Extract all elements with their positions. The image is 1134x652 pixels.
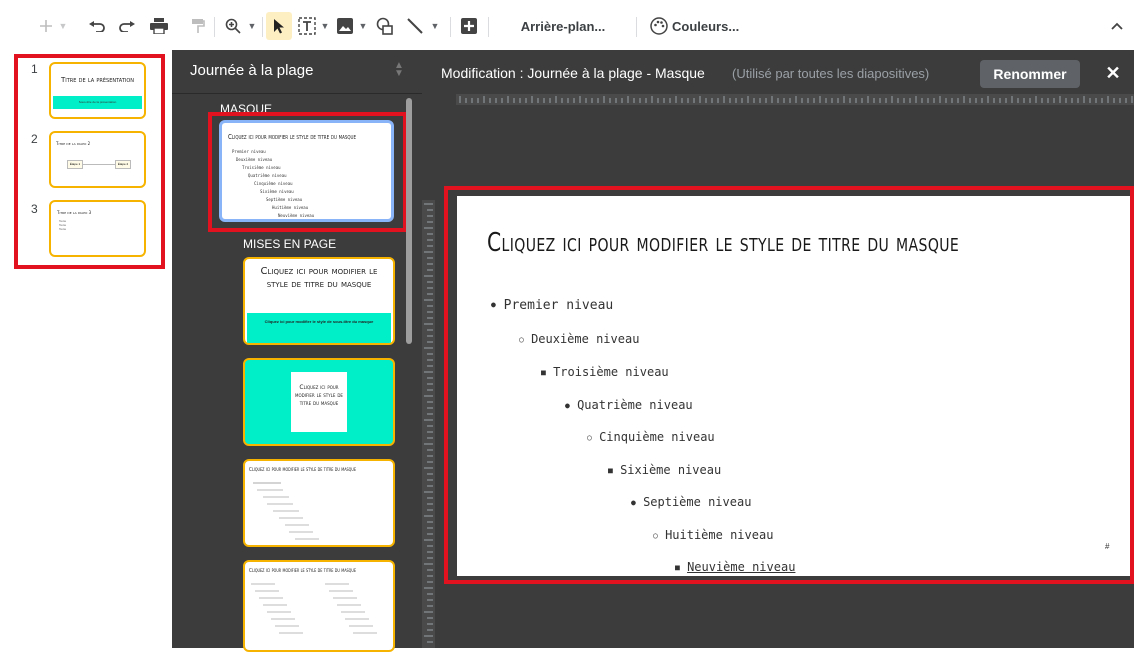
redo-icon[interactable] bbox=[116, 14, 138, 38]
slide-number: 1 bbox=[31, 62, 38, 76]
undo-icon[interactable] bbox=[86, 14, 108, 38]
rename-button[interactable]: Renommer bbox=[980, 60, 1080, 88]
step-connector bbox=[83, 164, 115, 165]
editor-heading: Modification : Journée à la plage - Masq… bbox=[441, 65, 705, 81]
colors-button[interactable]: Couleurs... bbox=[672, 14, 744, 38]
zoom-icon[interactable] bbox=[222, 14, 244, 38]
image-icon[interactable] bbox=[334, 14, 356, 38]
body-level-7[interactable]: ● Septième niveau bbox=[631, 495, 751, 509]
slide-thumbnail-3[interactable]: Titre de la diapo 3 Texte Texte Texte bbox=[49, 200, 146, 257]
new-slide-dropdown-icon[interactable]: ▼ bbox=[56, 14, 68, 38]
layout-thumb-subtitle: Cliquez ici pour modifier le style de so… bbox=[247, 313, 391, 343]
layout-thumb-title: Cliquez ici pour modifier le style de ti… bbox=[249, 568, 356, 574]
text-box-dropdown-icon[interactable]: ▼ bbox=[318, 14, 330, 38]
theme-select-arrows-icon[interactable]: ▲ ▼ bbox=[394, 61, 404, 79]
layout-thumb-title: Cliquez ici pour modifier le style de ti… bbox=[260, 266, 378, 290]
master-thumb-level: Premier niveau bbox=[232, 149, 266, 154]
layouts-section-label: MISES EN PAGE bbox=[243, 237, 337, 251]
slide-number: 2 bbox=[31, 132, 38, 146]
slide-thumb-title: Titre de la diapo 2 bbox=[56, 141, 91, 146]
body-level-6[interactable]: ■ Sixième niveau bbox=[608, 463, 721, 477]
master-editor: Modification : Journée à la plage - Masq… bbox=[422, 50, 1134, 648]
theme-name: Journée à la plage bbox=[190, 62, 314, 79]
collapse-toolbar-icon[interactable] bbox=[1108, 14, 1126, 38]
master-section-label: MASQUE bbox=[220, 102, 273, 116]
close-icon[interactable]: ✕ bbox=[1102, 62, 1124, 84]
image-dropdown-icon[interactable]: ▼ bbox=[356, 14, 368, 38]
step-1-box: Étape 1 bbox=[67, 160, 83, 169]
toolbar: ▼ ▼ ▼ ▼ ▼ Arrière-plan... Couleurs... bbox=[0, 0, 1134, 50]
horizontal-ruler[interactable] bbox=[456, 94, 1134, 105]
master-thumb-level: Sixième niveau bbox=[260, 189, 294, 194]
slide-number: 3 bbox=[31, 202, 38, 216]
master-thumb-title: Cliquez ici pour modifier le style de ti… bbox=[228, 133, 357, 141]
slide-thumb-title: Titre de la présentation bbox=[60, 76, 135, 84]
body-level-4[interactable]: ● Quatrième niveau bbox=[565, 398, 693, 412]
layout-thumbnail-two-columns[interactable]: Cliquez ici pour modifier le style de ti… bbox=[243, 560, 395, 652]
slide-thumb-title: Titre de la diapo 3 bbox=[57, 210, 92, 215]
master-thumb-level: Neuvième niveau bbox=[278, 213, 315, 218]
zoom-dropdown-icon[interactable]: ▼ bbox=[245, 14, 257, 38]
master-thumb-level: Huitième niveau bbox=[272, 205, 309, 210]
palette-icon[interactable] bbox=[648, 14, 670, 38]
master-thumb-level: Deuxième niveau bbox=[236, 157, 273, 162]
body-level-1[interactable]: ● Premier niveau bbox=[491, 298, 613, 313]
layout-thumbnail-section[interactable]: Cliquez ici pour modifier le style de ti… bbox=[243, 358, 395, 446]
shape-icon[interactable] bbox=[374, 14, 396, 38]
slide-filmstrip: 1 Titre de la présentation Sous-titre de… bbox=[0, 50, 172, 648]
theme-layouts-panel: Journée à la plage ▲ ▼ MASQUE Cliquez ici… bbox=[172, 50, 422, 652]
master-thumb-level: Troisième niveau bbox=[242, 165, 281, 170]
layout-thumb-body-lines bbox=[253, 482, 319, 540]
body-level-3[interactable]: ■ Troisième niveau bbox=[541, 365, 669, 379]
theme-header: Journée à la plage ▲ ▼ bbox=[172, 50, 422, 94]
step-2-box: Étape 2 bbox=[115, 160, 131, 169]
background-button[interactable]: Arrière-plan... bbox=[496, 14, 630, 38]
layouts-scrollbar[interactable] bbox=[406, 98, 412, 344]
text-box-icon[interactable] bbox=[296, 14, 318, 38]
master-thumb-level: Quatrième niveau bbox=[248, 173, 287, 178]
layout-thumb-columns-lines bbox=[251, 583, 377, 634]
slide-number-placeholder[interactable]: # bbox=[1105, 542, 1109, 551]
master-slide-thumbnail[interactable]: Cliquez ici pour modifier le style de ti… bbox=[219, 120, 394, 222]
master-thumb-level: Septième niveau bbox=[266, 197, 303, 202]
body-level-8[interactable]: ○ Huitième niveau bbox=[653, 528, 773, 542]
layout-thumb-title: Cliquez ici pour modifier le style de ti… bbox=[249, 467, 356, 473]
layout-thumbnail-title-body[interactable]: Cliquez ici pour modifier le style de ti… bbox=[243, 459, 395, 547]
new-slide-icon[interactable] bbox=[36, 14, 56, 38]
body-level-9[interactable]: ■ Neuvième niveau bbox=[675, 560, 795, 574]
insert-comment-icon[interactable] bbox=[458, 14, 480, 38]
vertical-ruler[interactable] bbox=[422, 200, 435, 648]
editor-header: Modification : Journée à la plage - Masq… bbox=[422, 50, 1134, 94]
select-tool-icon[interactable] bbox=[266, 12, 292, 40]
slide-thumb-bullet: Texte bbox=[59, 227, 67, 231]
line-icon[interactable] bbox=[404, 14, 426, 38]
line-dropdown-icon[interactable]: ▼ bbox=[428, 14, 440, 38]
layout-thumbnail-title[interactable]: Cliquez ici pour modifier le style de ti… bbox=[243, 257, 395, 345]
master-thumb-level: Cinquième niveau bbox=[254, 181, 293, 186]
slide-thumbnail-1[interactable]: Titre de la présentation Sous-titre de l… bbox=[49, 62, 146, 119]
layout-thumb-card: Cliquez ici pour modifier le style de ti… bbox=[291, 372, 347, 432]
paint-format-icon[interactable] bbox=[188, 14, 208, 38]
body-level-2[interactable]: ○ Deuxième niveau bbox=[519, 332, 639, 346]
slide-thumbnail-2[interactable]: Titre de la diapo 2 Étape 1 Étape 2 bbox=[49, 131, 146, 188]
print-icon[interactable] bbox=[148, 14, 170, 38]
slide-thumb-subtitle: Sous-titre de la présentation bbox=[53, 96, 142, 109]
slide-title-placeholder[interactable]: Cliquez ici pour modifier le style de ti… bbox=[487, 228, 959, 258]
layout-thumb-title: Cliquez ici pour modifier le style de ti… bbox=[295, 384, 343, 407]
body-level-5[interactable]: ○ Cinquième niveau bbox=[587, 430, 715, 444]
master-slide-canvas[interactable]: Cliquez ici pour modifier le style de ti… bbox=[457, 196, 1132, 576]
editor-heading-note: (Utilisé par toutes les diapositives) bbox=[732, 66, 930, 81]
